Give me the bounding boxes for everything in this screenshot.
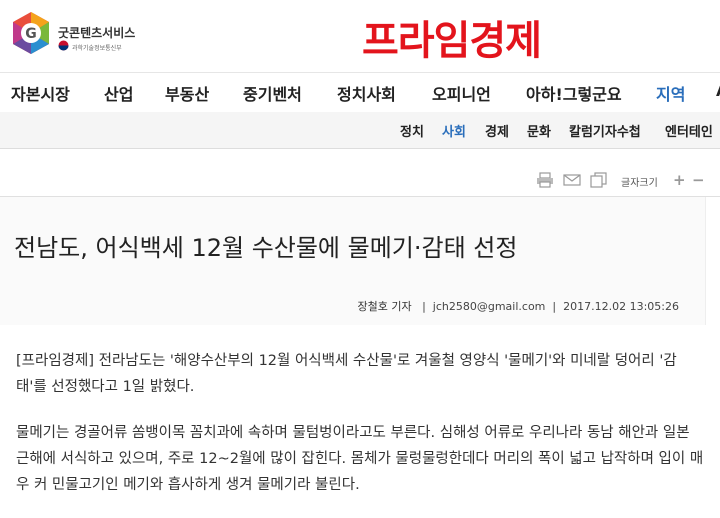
nav-item-real-estate[interactable]: 부동산 bbox=[165, 81, 209, 105]
email-icon[interactable] bbox=[563, 172, 581, 188]
article-body: [프라임경제] 전라남도는 '해양수산부의 12월 어식백세 수산물'로 겨울철… bbox=[0, 348, 720, 518]
nav-item-aha[interactable]: 아하!그렇군요 bbox=[526, 81, 622, 105]
font-size-increase-button[interactable]: + bbox=[673, 171, 686, 189]
sub-nav: 정치 사회 경제 문화 칼럼기자수첩 엔터테인 bbox=[0, 112, 720, 149]
print-icon[interactable] bbox=[536, 172, 554, 188]
nav-item-region[interactable]: 지역 bbox=[656, 81, 685, 105]
subnav-item-economy[interactable]: 경제 bbox=[485, 121, 509, 140]
article-headline: 전남도, 어식백세 12월 수산물에 물메기·감태 선정 bbox=[14, 234, 518, 262]
subnav-item-entertainment[interactable]: 엔터테인 bbox=[665, 121, 713, 140]
nav-item-opinion[interactable]: 오피니언 bbox=[432, 81, 491, 105]
main-nav: 자본시장 산업 부동산 중기벤처 정치사회 오피니언 아하!그렇군요 지역 A bbox=[0, 72, 720, 114]
article-byline: 장철호 기자 | jch2580@gmail.com | 2017.12.02 … bbox=[0, 298, 679, 314]
byline-separator: | bbox=[548, 300, 560, 313]
font-size-label: 글자크기 bbox=[621, 178, 658, 189]
site-header: G 굿콘텐츠서비스 과학기술정보통신부 프라임경제 bbox=[0, 0, 720, 72]
nav-item-overflow[interactable]: A bbox=[716, 81, 720, 100]
article-datetime: 2017.12.02 13:05:26 bbox=[563, 300, 679, 313]
subnav-item-column[interactable]: 칼럼기자수첩 bbox=[569, 121, 641, 140]
article-toolbar: 글자크기 + − bbox=[0, 166, 720, 197]
reporter-name[interactable]: 장철호 기자 bbox=[357, 300, 411, 313]
good-content-logo-icon[interactable]: G bbox=[8, 10, 54, 56]
partner-logo-text: 굿콘텐츠서비스 bbox=[58, 26, 136, 40]
svg-text:G: G bbox=[25, 26, 37, 42]
nav-item-industry[interactable]: 산업 bbox=[104, 81, 133, 105]
font-size-decrease-button[interactable]: − bbox=[692, 171, 705, 189]
nav-item-capital-market[interactable]: 자본시장 bbox=[11, 81, 70, 105]
site-logo[interactable]: 프라임경제 bbox=[362, 8, 542, 66]
nav-item-sme-venture[interactable]: 중기벤처 bbox=[243, 81, 302, 105]
byline-separator: | bbox=[415, 300, 430, 313]
article-paragraph: 물메기는 경골어류 쏨뱅이목 꼼치과에 속하며 물텀벙이라고도 부른다. 심해성… bbox=[16, 425, 704, 493]
partner-logo-subtext: 과학기술정보통신부 bbox=[72, 45, 122, 52]
subnav-item-culture[interactable]: 문화 bbox=[527, 121, 551, 140]
copy-icon[interactable] bbox=[590, 172, 608, 188]
article-title-box: 전남도, 어식백세 12월 수산물에 물메기·감태 선정 장철호 기자 | jc… bbox=[0, 197, 706, 325]
article-paragraph: [프라임경제] 전라남도는 '해양수산부의 12월 어식백세 수산물'로 겨울철… bbox=[16, 353, 677, 395]
government-emblem-icon bbox=[58, 40, 69, 51]
reporter-email[interactable]: jch2580@gmail.com bbox=[433, 300, 546, 313]
subnav-item-society[interactable]: 사회 bbox=[442, 121, 466, 140]
nav-item-politics-society[interactable]: 정치사회 bbox=[337, 81, 396, 105]
subnav-item-politics[interactable]: 정치 bbox=[400, 121, 424, 140]
